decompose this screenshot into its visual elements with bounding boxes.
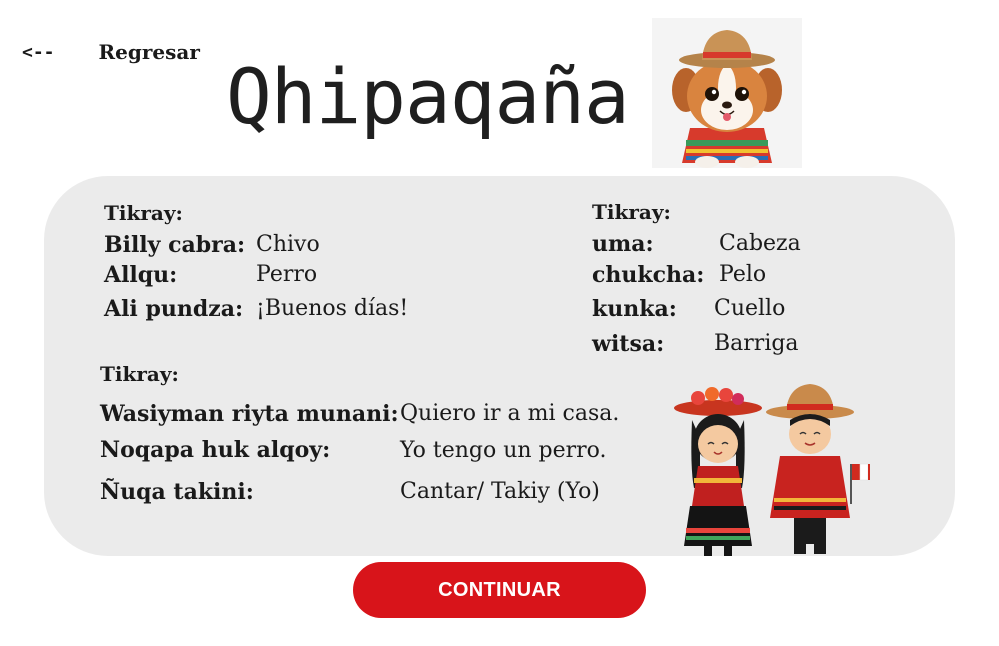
block1-term: Ali pundza:: [104, 296, 244, 322]
block2-term: chukcha:: [592, 262, 705, 288]
page-title: Qhipaqaña: [226, 52, 630, 141]
block1-term: Allqu:: [104, 262, 178, 288]
back-link[interactable]: <-- Regresar: [22, 40, 200, 64]
block2-meaning: Pelo: [719, 262, 767, 287]
andean-children-illustration: [674, 384, 870, 556]
block2-term: witsa:: [592, 331, 665, 357]
block1-term: Billy cabra:: [104, 232, 246, 258]
dog-illustration: [652, 18, 802, 168]
block3-term: Wasiyman riyta munani:: [100, 401, 399, 427]
block3-meaning: Quiero ir a mi casa.: [400, 401, 620, 426]
block3-term: Noqapa huk alqoy:: [100, 437, 331, 463]
continue-button[interactable]: CONTINUAR: [353, 562, 646, 618]
block2-term: uma:: [592, 231, 654, 257]
block2-term: kunka:: [592, 296, 677, 322]
block1-meaning: ¡Buenos días!: [256, 296, 409, 321]
block2-meaning: Cuello: [714, 296, 786, 321]
block3-meaning: Cantar/ Takiy (Yo): [400, 479, 600, 504]
block3-heading: Tikray:: [100, 362, 179, 386]
block1-heading: Tikray:: [104, 201, 183, 225]
block2-heading: Tikray:: [592, 200, 671, 224]
block2-meaning: Cabeza: [719, 231, 801, 256]
back-label: Regresar: [98, 40, 200, 64]
block2-meaning: Barriga: [714, 331, 799, 356]
block1-meaning: Chivo: [256, 232, 320, 257]
block3-term: Ñuqa takini:: [100, 479, 254, 505]
block1-meaning: Perro: [256, 262, 318, 287]
back-arrow-icon: <--: [22, 41, 55, 63]
block3-meaning: Yo tengo un perro.: [400, 438, 607, 463]
